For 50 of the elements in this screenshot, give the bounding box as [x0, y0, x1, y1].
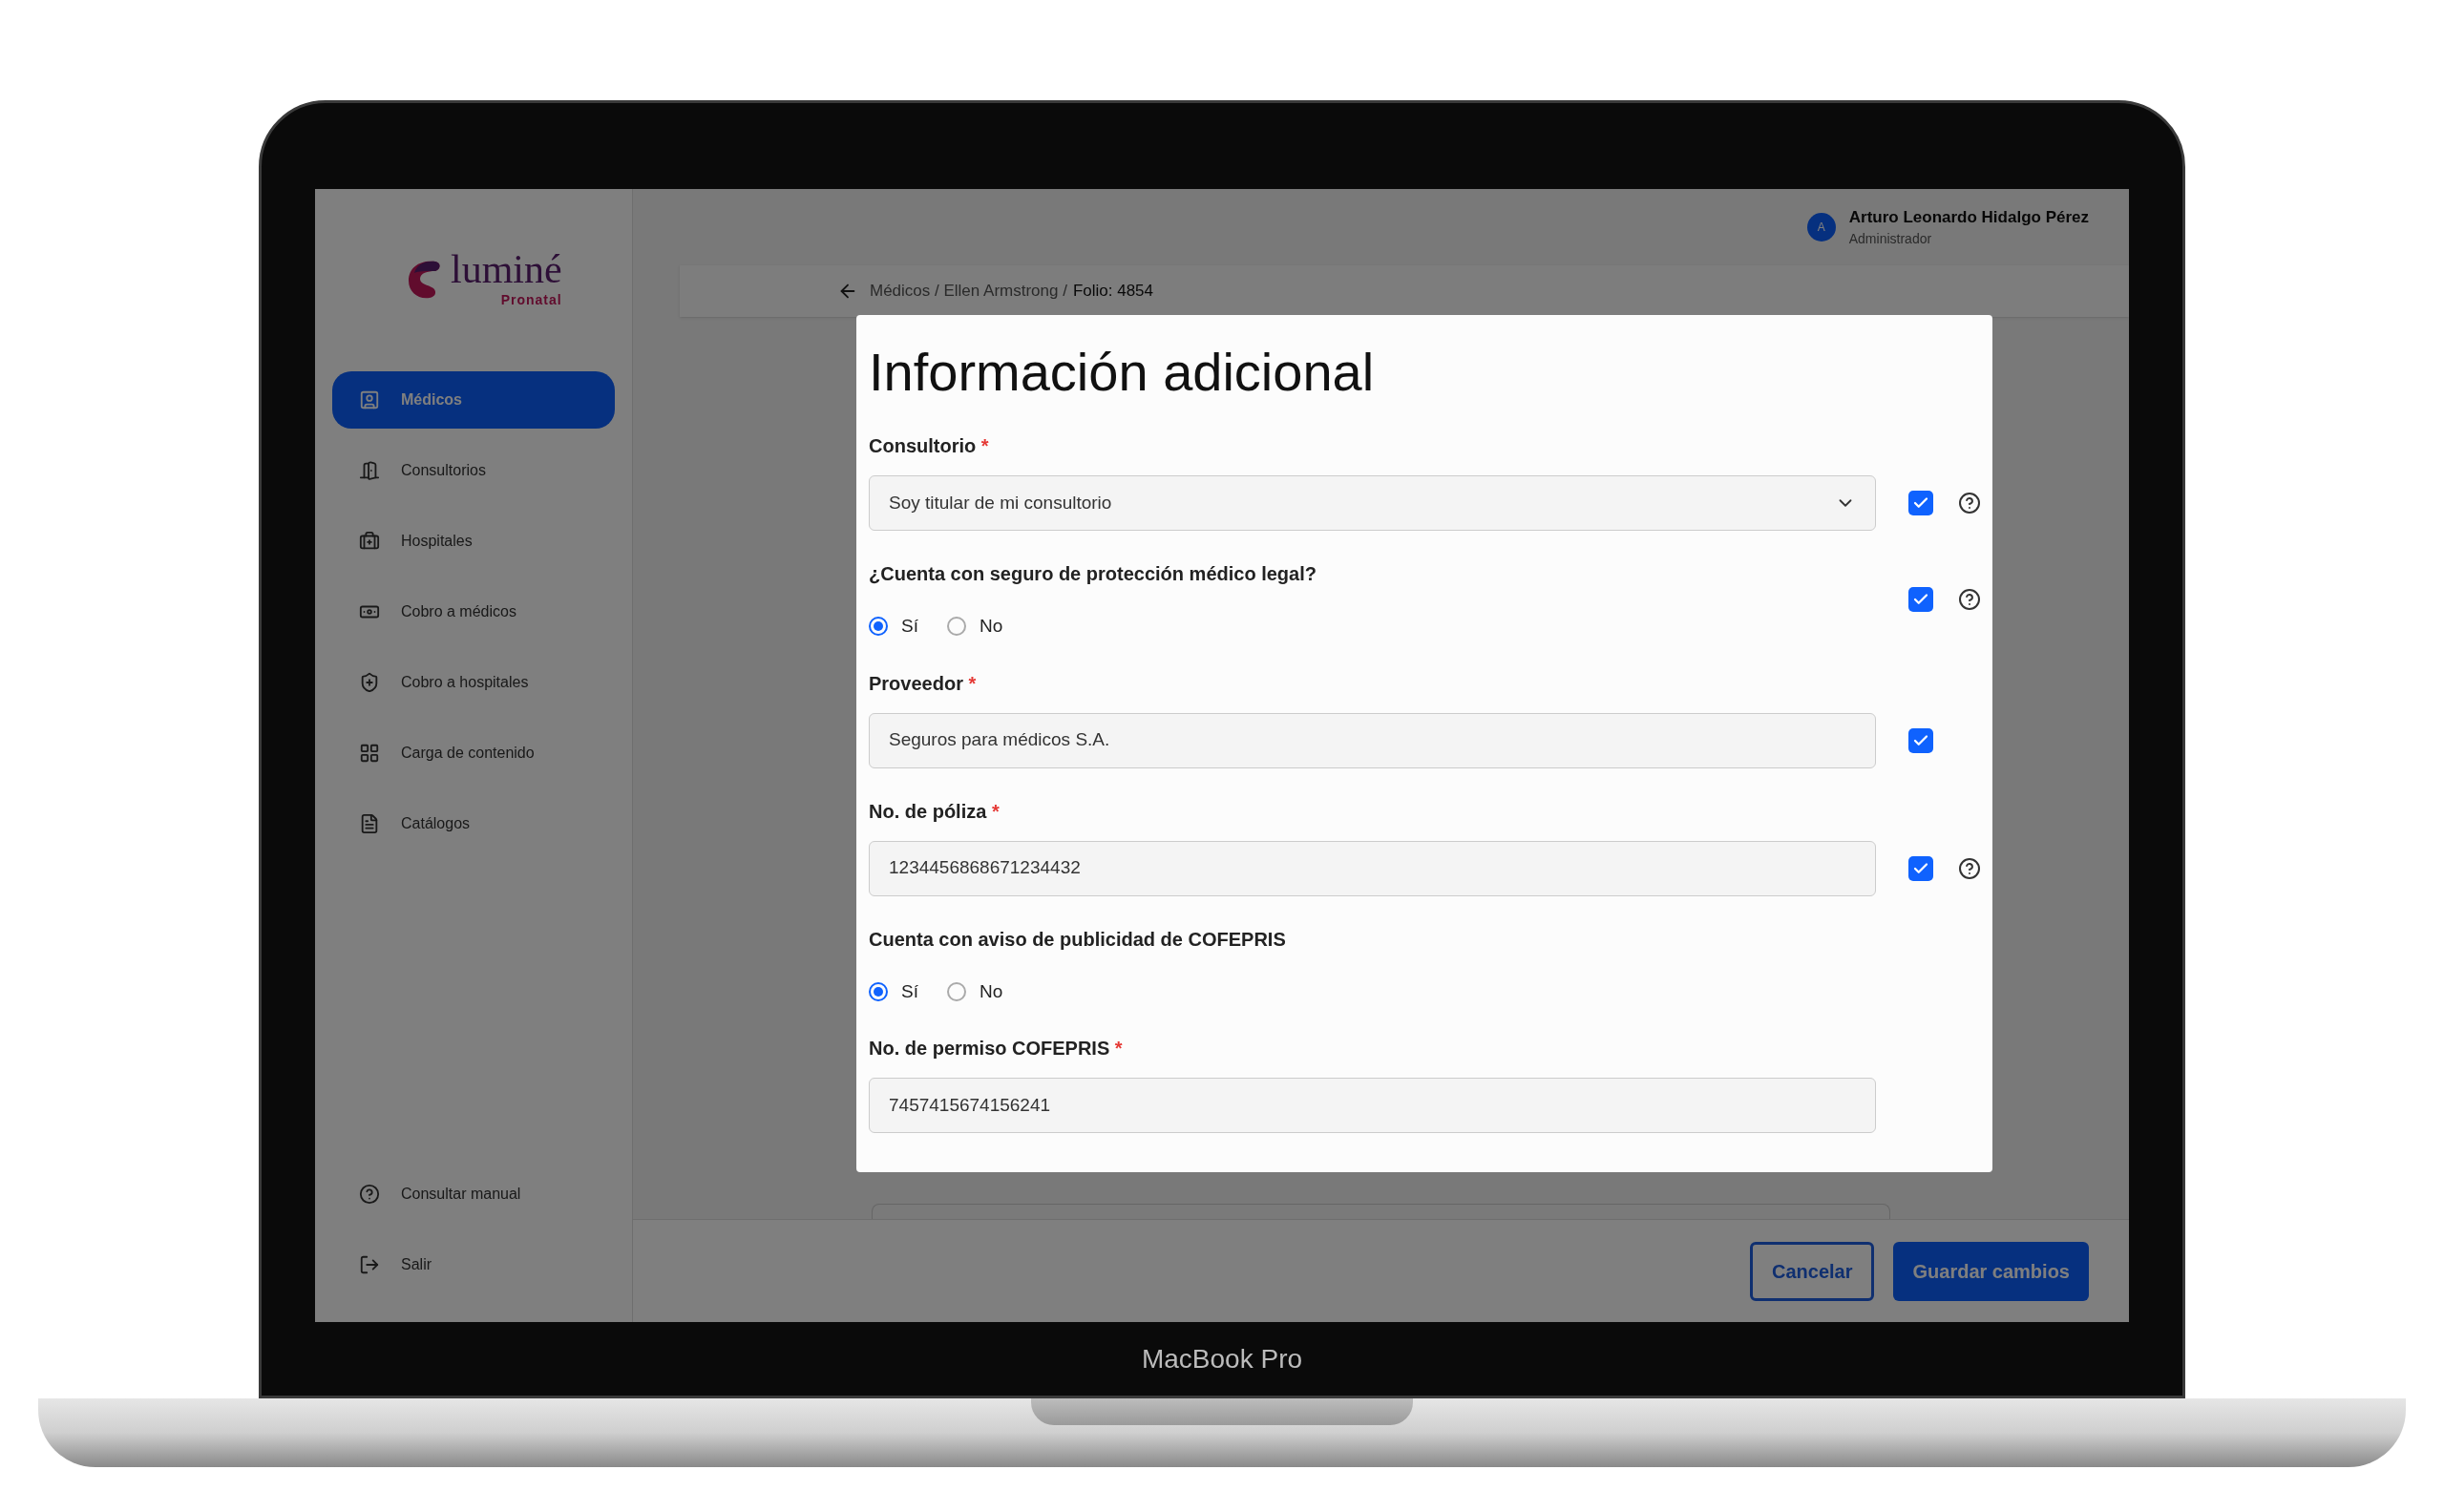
input-field[interactable]: 1234456868671234432	[869, 840, 1876, 896]
radio-option[interactable]: Sí	[869, 613, 918, 640]
door-icon	[359, 460, 380, 481]
input-field[interactable]: 7457415674156241	[869, 1078, 1876, 1133]
sidebar-item[interactable]: Carga de contenido	[332, 724, 615, 782]
id-badge-icon	[359, 389, 380, 410]
user-name: Arturo Leonardo Hidalgo Pérez	[1848, 206, 2089, 228]
sidebar-item[interactable]: Cobro a médicos	[332, 583, 615, 640]
sidebar-item[interactable]: Catálogos	[332, 795, 615, 852]
checkbox[interactable]	[1908, 855, 1933, 881]
radio-option[interactable]: No	[946, 977, 1003, 1005]
modal-title: Información adicional	[869, 342, 1376, 403]
radio-option[interactable]: No	[946, 613, 1003, 640]
logout-icon	[359, 1254, 380, 1275]
breadcrumb-current: Folio: 4854	[1072, 281, 1154, 303]
sidebar-item[interactable]: Cobro a hospitales	[332, 654, 615, 711]
sidebar-item[interactable]: Hospitales	[332, 513, 615, 570]
checkbox[interactable]	[1908, 587, 1933, 613]
field-label: Cuenta con aviso de publicidad de COFEPRIS	[869, 927, 1287, 952]
logo-tagline: Pronatal	[500, 291, 562, 309]
checkbox[interactable]	[1908, 491, 1933, 515]
grid-icon	[359, 743, 380, 764]
help-icon[interactable]	[1958, 588, 1981, 612]
user-avatar[interactable]: A	[1806, 213, 1836, 242]
sidebar-item[interactable]: Consultar manual	[332, 1166, 615, 1223]
shield-plus-icon	[359, 672, 380, 693]
breadcrumb-path[interactable]: Médicos / Ellen Armstrong /	[870, 279, 1067, 304]
sidebar-item[interactable]: Salir	[332, 1236, 615, 1293]
document-icon	[359, 813, 380, 834]
field-label: Consultorio *	[869, 434, 990, 458]
checkbox[interactable]	[1908, 727, 1933, 753]
radio-option[interactable]: Sí	[869, 977, 918, 1005]
logo-icon	[407, 259, 441, 300]
field-label: No. de permiso COFEPRIS *	[869, 1037, 1124, 1060]
user-role: Administrador	[1848, 230, 1933, 249]
help-icon[interactable]	[1958, 856, 1981, 880]
help-icon[interactable]	[1958, 492, 1981, 514]
cancel-button[interactable]: Cancelar	[1750, 1241, 1875, 1301]
save-button[interactable]: Guardar cambios	[1893, 1241, 2089, 1301]
field-label: ¿Cuenta con seguro de protección médico legal?	[869, 562, 1317, 586]
input-field[interactable]: Seguros para médicos S.A.	[869, 712, 1876, 768]
select-field[interactable]: Soy titular de mi consultorio	[869, 475, 1876, 531]
sidebar-item[interactable]: Médicos	[332, 371, 615, 429]
logo-wordmark: luminé	[451, 248, 562, 290]
sidebar-item[interactable]: Consultorios	[332, 442, 615, 499]
field-label: Proveedor *	[869, 671, 978, 696]
help-icon	[359, 1184, 380, 1205]
device-label: MacBook Pro	[1141, 1342, 1303, 1376]
medical-case-icon	[359, 531, 380, 552]
field-label: No. de póliza *	[869, 799, 1001, 824]
